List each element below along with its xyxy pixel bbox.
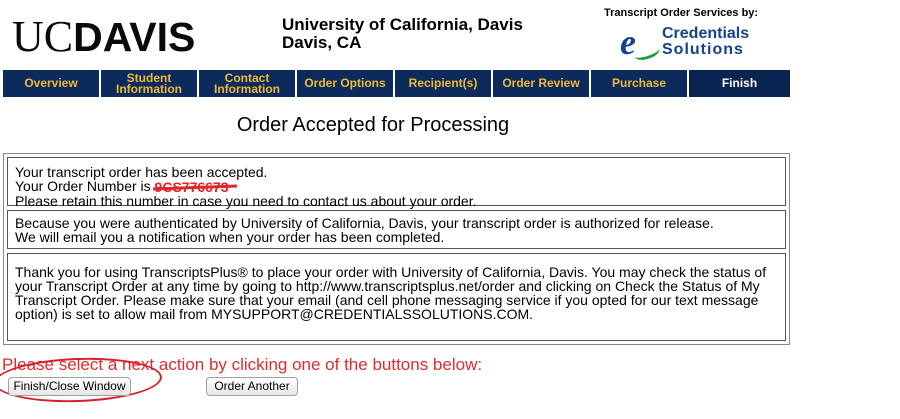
logo-uc-text: UC [12, 12, 74, 61]
tab-student-information[interactable]: Student Information [101, 70, 199, 97]
swoosh-icon [632, 42, 662, 63]
university-line2: Davis, CA [282, 33, 362, 52]
logo-davis-text: DAVIS [73, 14, 196, 60]
order-details-panel: Your transcript order has been accepted.… [3, 153, 790, 345]
order-accepted-box: Your transcript order has been accepted.… [7, 157, 786, 210]
tab-order-review[interactable]: Order Review [493, 70, 591, 97]
ucdavis-logo: UCDAVIS [12, 12, 195, 62]
order-another-button[interactable]: Order Another [206, 377, 298, 396]
partner-name-line1: Credentials [662, 25, 750, 42]
university-line1: University of California, Davis [282, 15, 523, 34]
order-number-redacted: 9CS776673 [152, 180, 237, 194]
finish-close-window-button[interactable]: Finish/Close Window [8, 377, 131, 396]
tab-order-options[interactable]: Order Options [297, 70, 395, 97]
step-navigation: Overview Student Information Contact Inf… [3, 70, 790, 97]
notification-text: We will email you a notification when yo… [15, 229, 445, 245]
page-title: Order Accepted for Processing [236, 114, 510, 136]
university-name: University of California, Davis Davis, C… [282, 16, 523, 52]
credentials-solutions-logo: e Credentials Solutions [620, 22, 770, 63]
order-accepted-text: Your transcript order has been accepted. [15, 164, 268, 180]
thank-you-box: Thank you for using TranscriptsPlus® to … [7, 253, 786, 341]
tab-overview[interactable]: Overview [3, 70, 101, 97]
order-number-label: Your Order Number is [15, 178, 155, 194]
partner-name-line2: Solutions [662, 41, 744, 58]
page-header: UCDAVIS University of California, Davis … [0, 0, 900, 70]
authorization-text: Because you were authenticated by Univer… [15, 215, 714, 231]
tab-finish[interactable]: Finish [689, 70, 790, 97]
tab-recipients[interactable]: Recipient(s) [395, 70, 493, 97]
tab-contact-information[interactable]: Contact Information [199, 70, 297, 97]
retain-number-text: Please retain this number in case you ne… [15, 193, 477, 210]
thank-you-text: Thank you for using TranscriptsPlus® to … [15, 264, 767, 322]
authorization-box: Because you were authenticated by Univer… [7, 210, 786, 249]
order-number-line: Your Order Number is 9CS776673 [15, 179, 778, 194]
tab-purchase[interactable]: Purchase [591, 70, 689, 97]
services-by-label: Transcript Order Services by: [604, 7, 759, 19]
